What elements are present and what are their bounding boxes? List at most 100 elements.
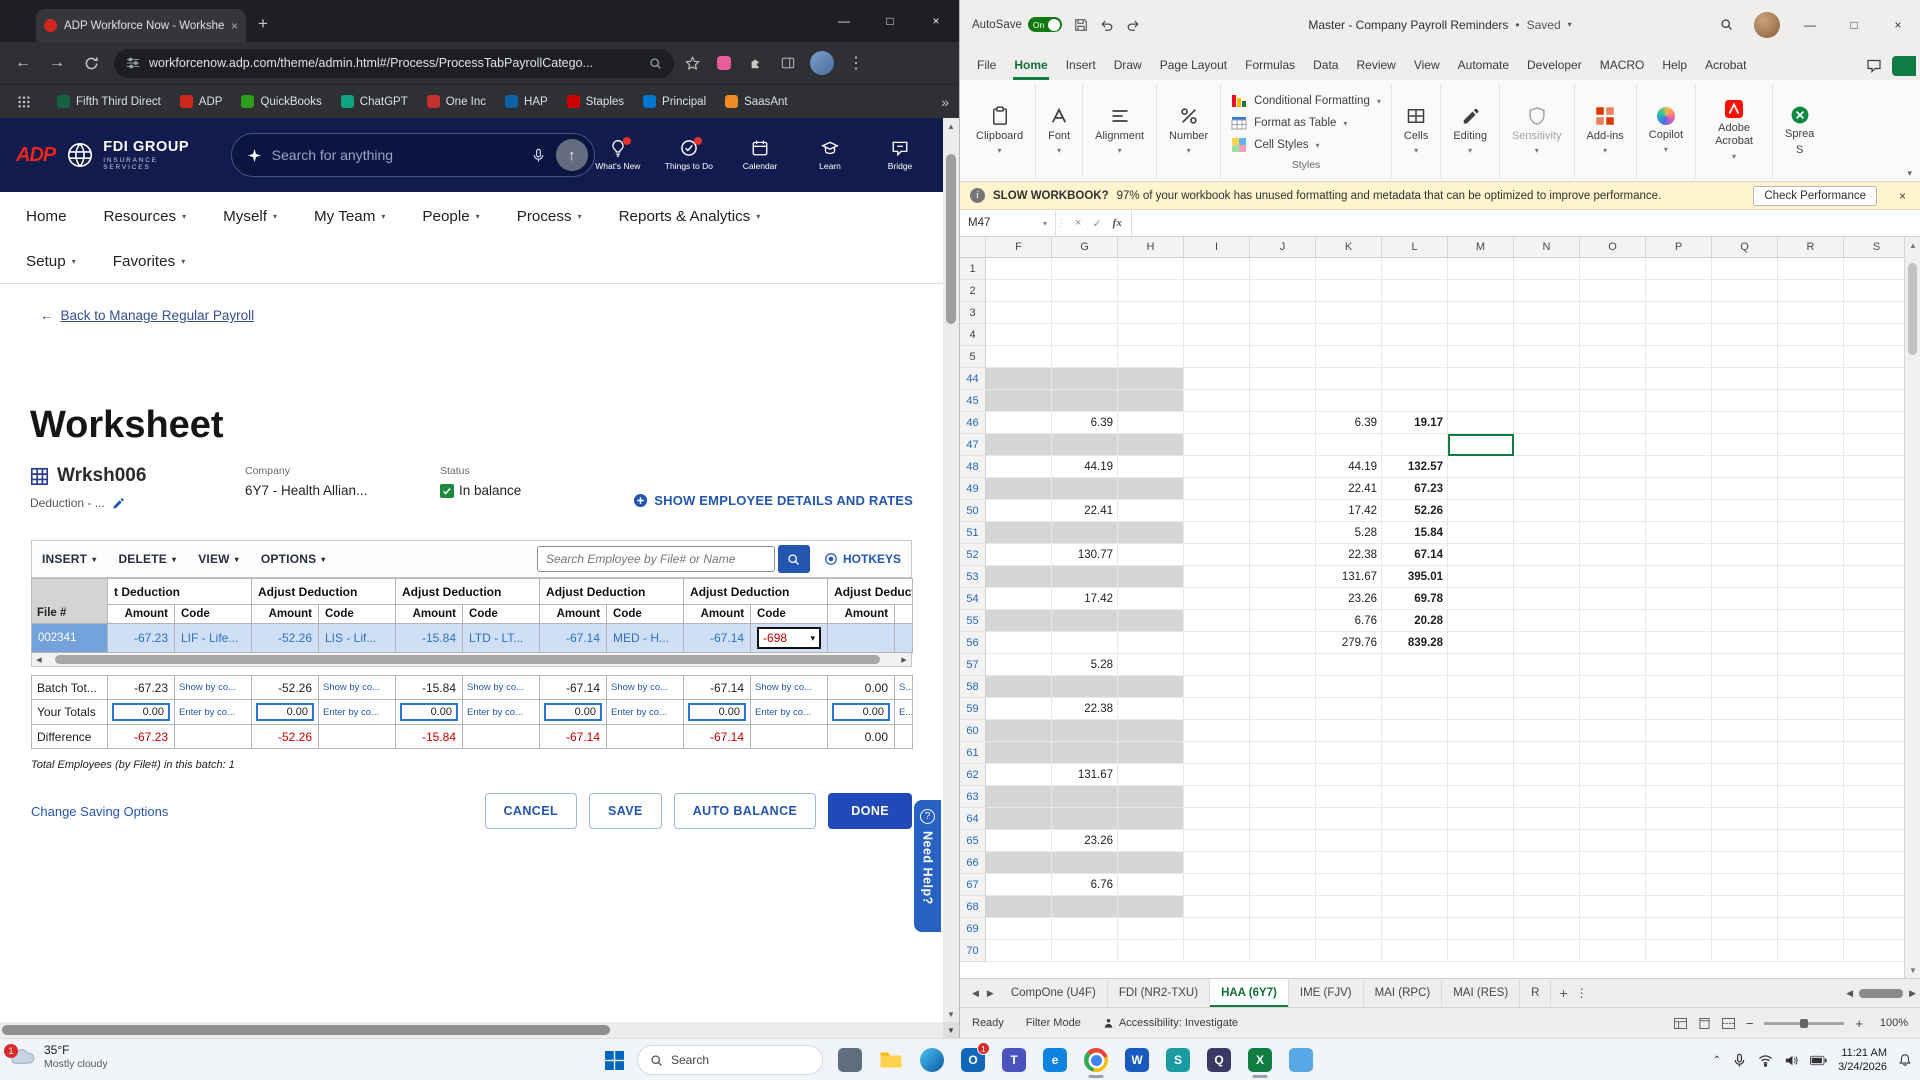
cell-I66[interactable]: [1184, 852, 1250, 874]
cell-P63[interactable]: [1646, 786, 1712, 808]
cell-M46[interactable]: [1448, 412, 1514, 434]
cancel-entry-icon[interactable]: ×: [1075, 217, 1081, 229]
cell-L55[interactable]: 20.28: [1382, 610, 1448, 632]
cell-P70[interactable]: [1646, 940, 1712, 962]
cell-I48[interactable]: [1184, 456, 1250, 478]
cell-J57[interactable]: [1250, 654, 1316, 676]
cell-M55[interactable]: [1448, 610, 1514, 632]
cell-N62[interactable]: [1514, 764, 1580, 786]
ribbon-group-alignment[interactable]: Alignment ▾: [1083, 83, 1157, 178]
cell-P53[interactable]: [1646, 566, 1712, 588]
enter-by-code-link[interactable]: E...: [895, 700, 913, 725]
cell-Q52[interactable]: [1712, 544, 1778, 566]
row-header-65[interactable]: 65: [960, 830, 986, 852]
cell-J58[interactable]: [1250, 676, 1316, 698]
cell-L53[interactable]: 395.01: [1382, 566, 1448, 588]
cell-L49[interactable]: 67.23: [1382, 478, 1448, 500]
saved-status[interactable]: Saved: [1527, 18, 1561, 32]
cell-O46[interactable]: [1580, 412, 1646, 434]
conditional-formatting-button[interactable]: Conditional Formatting ▾: [1231, 90, 1381, 112]
cell-M2[interactable]: [1448, 280, 1514, 302]
cell-F70[interactable]: [986, 940, 1052, 962]
back-icon[interactable]: ←: [8, 48, 38, 78]
cell-P51[interactable]: [1646, 522, 1712, 544]
row-header-56[interactable]: 56: [960, 632, 986, 654]
cell-K1[interactable]: [1316, 258, 1382, 280]
cell-K60[interactable]: [1316, 720, 1382, 742]
extension-pink-icon[interactable]: [710, 49, 738, 77]
cell-O55[interactable]: [1580, 610, 1646, 632]
cell-R2[interactable]: [1778, 280, 1844, 302]
cell-F60[interactable]: [986, 720, 1052, 742]
cell-H65[interactable]: [1118, 830, 1184, 852]
row-header-63[interactable]: 63: [960, 786, 986, 808]
cell-Q48[interactable]: [1712, 456, 1778, 478]
cell-M48[interactable]: [1448, 456, 1514, 478]
cell-M1[interactable]: [1448, 258, 1514, 280]
cell-R69[interactable]: [1778, 918, 1844, 940]
bookmarks-overflow-icon[interactable]: »: [941, 94, 949, 110]
url-bar[interactable]: workforcenow.adp.com/theme/admin.html#/P…: [114, 49, 674, 78]
cell-I45[interactable]: [1184, 390, 1250, 412]
back-to-payroll-link[interactable]: ← Back to Manage Regular Payroll: [40, 308, 254, 323]
sheet-scroll-right-icon[interactable]: ▶: [987, 988, 994, 999]
cell-M63[interactable]: [1448, 786, 1514, 808]
insert-function-icon[interactable]: fx: [1113, 217, 1122, 229]
cell-N47[interactable]: [1514, 434, 1580, 456]
cell-F67[interactable]: [986, 874, 1052, 896]
cell-K44[interactable]: [1316, 368, 1382, 390]
microphone-icon[interactable]: [531, 148, 546, 163]
taskbar-file-explorer-icon[interactable]: [877, 1041, 905, 1079]
cell-H1[interactable]: [1118, 258, 1184, 280]
cell-R66[interactable]: [1778, 852, 1844, 874]
cell-N57[interactable]: [1514, 654, 1580, 676]
cell-S51[interactable]: [1844, 522, 1910, 544]
cell-I47[interactable]: [1184, 434, 1250, 456]
cell-R67[interactable]: [1778, 874, 1844, 896]
cell-I61[interactable]: [1184, 742, 1250, 764]
cell-F46[interactable]: [986, 412, 1052, 434]
banner-close-icon[interactable]: ×: [1899, 189, 1906, 203]
cell-G45[interactable]: [1052, 390, 1118, 412]
cell-N1[interactable]: [1514, 258, 1580, 280]
cell-S3[interactable]: [1844, 302, 1910, 324]
deduction-code-cell[interactable]: [895, 624, 913, 653]
cell-R56[interactable]: [1778, 632, 1844, 654]
excel-minimize-button[interactable]: —: [1788, 0, 1832, 49]
cell-N46[interactable]: [1514, 412, 1580, 434]
cell-I62[interactable]: [1184, 764, 1250, 786]
format-as-table-button[interactable]: Format as Table ▾: [1231, 112, 1381, 134]
cell-N58[interactable]: [1514, 676, 1580, 698]
cell-J55[interactable]: [1250, 610, 1316, 632]
cancel-button[interactable]: CANCEL: [485, 793, 577, 829]
cell-K62[interactable]: [1316, 764, 1382, 786]
cell-K57[interactable]: [1316, 654, 1382, 676]
cell-H50[interactable]: [1118, 500, 1184, 522]
cell-L54[interactable]: 69.78: [1382, 588, 1448, 610]
cell-G54[interactable]: 17.42: [1052, 588, 1118, 610]
cell-S46[interactable]: [1844, 412, 1910, 434]
cell-J69[interactable]: [1250, 918, 1316, 940]
cell-H67[interactable]: [1118, 874, 1184, 896]
ribbon-group-clipboard[interactable]: Clipboard ▾: [964, 83, 1036, 178]
cell-S4[interactable]: [1844, 324, 1910, 346]
cell-H54[interactable]: [1118, 588, 1184, 610]
cell-Q2[interactable]: [1712, 280, 1778, 302]
cell-S60[interactable]: [1844, 720, 1910, 742]
cell-Q66[interactable]: [1712, 852, 1778, 874]
cell-P57[interactable]: [1646, 654, 1712, 676]
cell-R64[interactable]: [1778, 808, 1844, 830]
cell-H3[interactable]: [1118, 302, 1184, 324]
formula-input[interactable]: [1132, 210, 1920, 236]
cell-G60[interactable]: [1052, 720, 1118, 742]
row-header-60[interactable]: 60: [960, 720, 986, 742]
taskbar-edge-icon[interactable]: [918, 1041, 946, 1079]
cell-H68[interactable]: [1118, 896, 1184, 918]
ribbon-tab-page-layout[interactable]: Page Layout: [1151, 51, 1236, 80]
confirm-entry-icon[interactable]: ✓: [1092, 217, 1101, 230]
nav-reports-analytics[interactable]: Reports & Analytics▾: [619, 208, 761, 225]
cell-O61[interactable]: [1580, 742, 1646, 764]
browser-profile-avatar[interactable]: [810, 51, 834, 75]
row-header-70[interactable]: 70: [960, 940, 986, 962]
toolbar-options-button[interactable]: OPTIONS▾: [261, 552, 326, 566]
